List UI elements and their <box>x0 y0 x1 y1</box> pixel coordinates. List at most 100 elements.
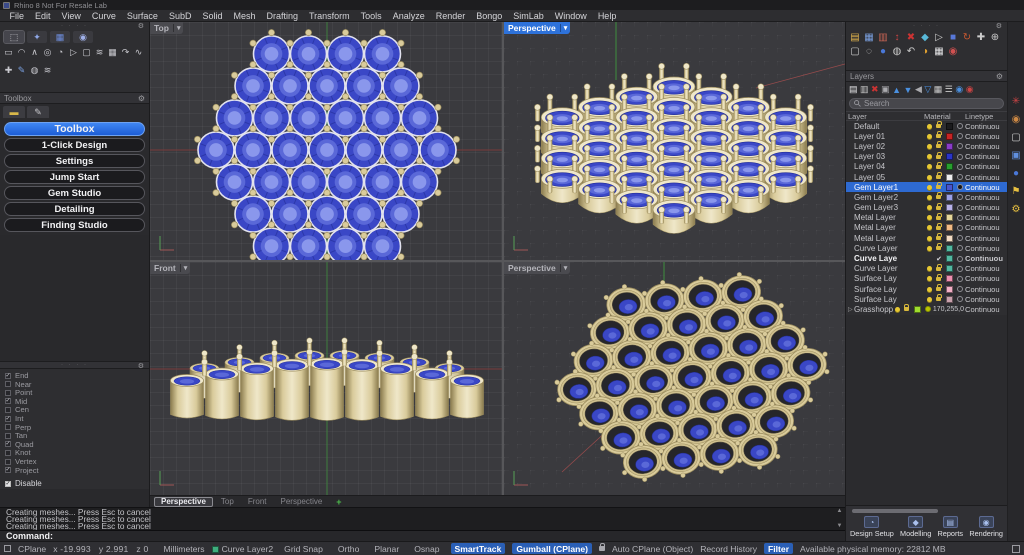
image-tab-icon[interactable]: ▣ <box>1011 150 1020 161</box>
viewport-tab-top[interactable]: Top <box>215 497 240 507</box>
move-down-icon[interactable]: ▼ <box>904 85 913 95</box>
lasso-icon[interactable]: ◍ <box>891 45 903 57</box>
delete-layer-icon[interactable]: ✖ <box>871 84 879 95</box>
layer-visibility-icon[interactable] <box>927 276 932 281</box>
layer-visibility-icon[interactable] <box>927 225 932 230</box>
grid-tool-icon[interactable]: ▦ <box>107 46 118 58</box>
layer-color-swatch[interactable] <box>946 255 953 262</box>
osnap-checkbox-perp[interactable] <box>5 424 11 430</box>
layer-lock-icon[interactable] <box>936 246 941 250</box>
osnap-item-int[interactable]: Int <box>5 414 144 423</box>
toolbox-button-finding-studio[interactable]: Finding Studio <box>4 218 145 232</box>
command-prompt[interactable]: Command: <box>0 530 845 541</box>
vase-tool-icon[interactable]: ◍ <box>29 64 40 76</box>
osnap-item-knot[interactable]: Knot <box>5 449 144 458</box>
status-active-layer[interactable]: Curve Layer2 <box>212 544 274 554</box>
column-layer[interactable]: Layer <box>848 112 924 121</box>
menu-transform[interactable]: Transform <box>304 11 356 21</box>
layer-material-icon[interactable] <box>957 164 963 170</box>
layer-visibility-icon[interactable] <box>927 287 932 292</box>
new-layer-icon[interactable]: ▤ <box>849 84 858 95</box>
layer-material-icon[interactable] <box>957 286 963 292</box>
layer-material-icon[interactable] <box>957 235 963 241</box>
layer-lock-icon[interactable] <box>936 297 941 301</box>
color-wheel-tab-icon[interactable]: ◉ <box>1012 114 1021 125</box>
screen-capture-icon[interactable]: ▥ <box>877 31 889 43</box>
layer-material-icon[interactable] <box>957 256 963 262</box>
undo-icon[interactable]: ↶ <box>905 45 917 57</box>
layer-lock-icon[interactable] <box>936 124 941 128</box>
shade-icon[interactable]: ◑ <box>919 45 931 57</box>
design-setup-tab[interactable]: ◔Design Setup <box>850 516 894 538</box>
tools-tab-icon[interactable]: ⚙ <box>1012 204 1021 215</box>
layer-lock-icon[interactable] <box>904 307 909 311</box>
menu-render[interactable]: Render <box>430 11 471 21</box>
layer-color-swatch[interactable] <box>946 265 953 272</box>
toolbox-folder-tab[interactable]: ▬ <box>3 106 25 118</box>
collapse-icon[interactable]: ◀ <box>915 84 922 95</box>
layer-visibility-icon[interactable] <box>927 175 932 180</box>
layer-visibility-icon[interactable] <box>927 215 932 220</box>
menu-surface[interactable]: Surface <box>121 11 163 21</box>
menu-drafting[interactable]: Drafting <box>261 11 304 21</box>
menu-subd[interactable]: SubD <box>163 11 197 21</box>
osnap-item-perp[interactable]: Perp <box>5 423 144 432</box>
layer-material-icon[interactable] <box>957 245 963 251</box>
layer-lock-icon[interactable] <box>936 216 941 220</box>
viewport-label-perspective[interactable]: Perspective ▾ <box>504 22 570 34</box>
layer-tools-icon[interactable]: ◉ <box>966 84 974 95</box>
material-sphere-tab-icon[interactable]: ● <box>1013 168 1019 179</box>
osnap-item-project[interactable]: Project <box>5 466 144 475</box>
point-tools-tab[interactable]: ◉ <box>73 31 93 43</box>
layer-row-grasshoppe[interactable]: ▷Grasshoppe170,255,0Continuou <box>846 304 1007 314</box>
layer-visibility-icon[interactable] <box>927 185 932 190</box>
column-material[interactable]: Material <box>924 112 965 121</box>
layer-material-icon[interactable] <box>957 184 963 190</box>
named-views-tab-icon[interactable]: ⚑ <box>1012 186 1021 197</box>
layer-visibility-icon[interactable] <box>927 266 932 271</box>
layer-color-swatch[interactable] <box>946 235 953 242</box>
status-filter[interactable]: Filter <box>764 543 793 554</box>
layer-lock-icon[interactable] <box>936 206 941 210</box>
command-history[interactable]: ▲ ▼ Creating meshes... Press Esc to canc… <box>0 508 845 530</box>
layer-visibility-icon[interactable] <box>927 144 932 149</box>
layer-lock-icon[interactable] <box>936 175 941 179</box>
layer-color-swatch[interactable] <box>946 133 953 140</box>
cplane-icon[interactable]: ■ <box>947 31 959 43</box>
toolbar-grip[interactable]: · · · · ⚙ <box>0 22 149 30</box>
gear-icon[interactable]: ⚙ <box>138 362 146 370</box>
grid-tools-tab[interactable]: ▦ <box>50 31 70 43</box>
layer-lock-icon[interactable] <box>936 155 941 159</box>
layer-material-icon[interactable] <box>957 276 963 282</box>
add-viewport-tab[interactable]: + <box>330 497 347 507</box>
menu-view[interactable]: View <box>56 11 86 21</box>
display-tab-icon[interactable]: ▢ <box>1011 132 1020 143</box>
export-icon[interactable]: ▷ <box>933 31 945 43</box>
select-sphere-icon[interactable]: ● <box>877 45 889 57</box>
viewport-perspective-2[interactable]: Perspective ▾ <box>504 262 845 495</box>
osnap-checkbox-end[interactable] <box>5 373 11 379</box>
reports-tab[interactable]: ▤Reports <box>938 516 964 538</box>
menu-mesh[interactable]: Mesh <box>228 11 261 21</box>
viewport-tab-front[interactable]: Front <box>242 497 273 507</box>
save-file-icon[interactable]: ▦ <box>863 31 875 43</box>
layer-row-curve-laye[interactable]: Curve Laye✔Continuou <box>846 253 1007 263</box>
layer-search-box[interactable] <box>849 98 1004 109</box>
paint-tool-icon[interactable]: ✎ <box>16 64 27 76</box>
layer-lock-icon[interactable] <box>936 226 941 230</box>
layer-row-gem-layer3[interactable]: Gem Layer3Continuou <box>846 203 1007 213</box>
layer-row-layer-01[interactable]: Layer 01Continuou <box>846 131 1007 141</box>
open-file-icon[interactable]: ▤ <box>849 31 861 43</box>
rebuild-tool-icon[interactable]: ↷ <box>120 46 131 58</box>
point-tool-icon[interactable]: ▷ <box>68 46 79 58</box>
layer-row-gem-layer1[interactable]: Gem Layer1Continuou <box>846 182 1007 192</box>
layer-visibility-icon[interactable] <box>927 205 932 210</box>
layer-row-surface-lay[interactable]: Surface LayContinuou <box>846 274 1007 284</box>
chevron-down-icon[interactable]: ▾ <box>180 264 191 272</box>
layer-lock-icon[interactable] <box>936 165 941 169</box>
column-linetype[interactable]: Linetype <box>965 112 1005 121</box>
osnap-item-end[interactable]: End <box>5 371 144 380</box>
rendering-tab[interactable]: ◉Rendering <box>969 516 1003 538</box>
status-toggle-grid-snap[interactable]: Grid Snap <box>280 543 327 554</box>
layer-color-swatch[interactable] <box>946 194 953 201</box>
